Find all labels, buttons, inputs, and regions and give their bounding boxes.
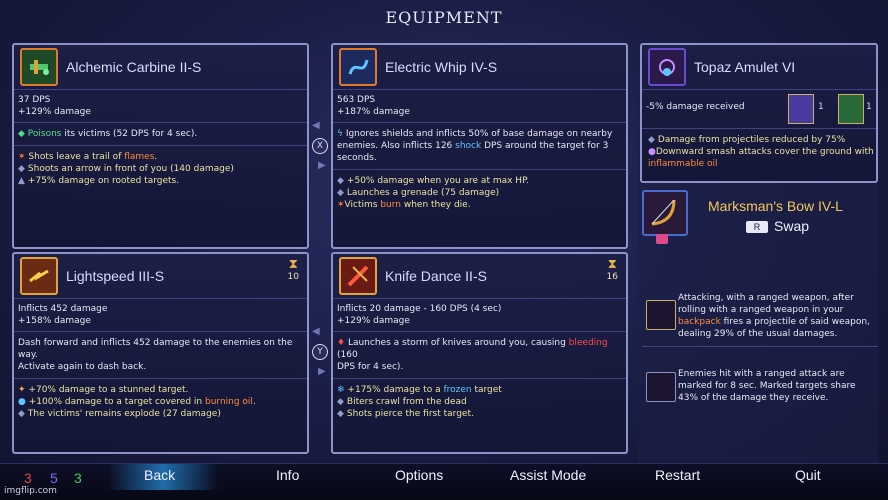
hourglass-icon: ⧗ [607, 257, 617, 272]
marksmans-bow-icon [642, 190, 688, 236]
frost-icon: ❄ [337, 385, 345, 395]
mod-line: inflammable oil [648, 159, 718, 169]
weapon-description: ◆ Poisons its victims (52 DPS for 4 sec)… [14, 123, 307, 146]
mod-line: ◆ Shoots an arrow in front of you (140 da… [18, 164, 234, 174]
tactics-scroll-count: 1 [818, 102, 824, 112]
tactics-scroll-icon [788, 94, 814, 124]
mark-mutation-icon [646, 372, 676, 402]
lightspeed-icon [20, 257, 58, 295]
watermark: imgflip.com [4, 486, 57, 496]
amulet-mods: ◆ Damage from projectiles reduced by 75% … [642, 129, 876, 175]
lightning-icon: ϟ [337, 129, 343, 139]
poison-icon: ◆ [18, 129, 25, 139]
amulet-stat: -5% damage received [646, 102, 745, 112]
weapon-card-alchemic-carbine[interactable]: Alchemic Carbine II-S 37 DPS +129% damag… [12, 43, 309, 249]
page-title: EQUIPMENT [385, 8, 503, 27]
skill-card-lightspeed[interactable]: Lightspeed III-S ⧗ 10 Inflicts 452 damage… [12, 252, 309, 454]
nav-info-button[interactable]: Info [276, 467, 299, 483]
nav-quit-button[interactable]: Quit [795, 467, 821, 483]
weapon-damage-bonus: +129% damage [18, 107, 91, 117]
swap-item-name: Marksman's Bow IV-L [708, 198, 843, 214]
swap-mutation-1: Attacking, with a ranged weapon, after r… [642, 292, 878, 347]
electric-whip-icon [339, 48, 377, 86]
amulet-card[interactable]: Topaz Amulet VI -5% damage received 1 1 … [640, 43, 878, 183]
swap-arrow-left-icon: ◀ [312, 326, 320, 337]
weapon-name: Electric Whip IV-S [385, 59, 498, 75]
skill-damage: Inflicts 452 damage [18, 304, 108, 314]
weapon-dps: 37 DPS [18, 95, 51, 105]
weapon-damage-bonus: +187% damage [337, 107, 410, 117]
bleed-icon: ♦ [337, 338, 346, 348]
swap-arrow-left-icon: ◀ [312, 120, 320, 131]
smash-icon: ● [648, 147, 656, 157]
mod-line: ❄ +175% damage to a frozen target [337, 385, 502, 395]
cooldown-timer: ⧗ 10 [287, 257, 299, 283]
swap-action[interactable]: R Swap [746, 218, 809, 234]
skill-card-knife-dance[interactable]: Knife Dance II-S ⧗ 16 Inflicts 20 damage … [331, 252, 628, 454]
mod-line: ●Downward smash attacks cover the ground… [648, 147, 874, 157]
alchemic-carbine-icon [20, 48, 58, 86]
mod-line: ◆ Biters crawl from the dead [337, 397, 467, 407]
weapon-dps: 563 DPS [337, 95, 376, 105]
brutality-stat: 3 [24, 470, 32, 486]
oil-icon: ● [18, 397, 26, 407]
nav-options-button[interactable]: Options [395, 467, 443, 483]
backpack-mutation-icon [646, 300, 676, 330]
weapon-mods: ◆ +50% damage when you are at max HP. ◆ La… [333, 170, 626, 216]
mod-line: ✶Victims burn when they die. [337, 200, 471, 210]
mod-line: ● +100% damage to a target covered in bu… [18, 397, 256, 407]
nav-assist-mode-button[interactable]: Assist Mode [510, 467, 586, 483]
swap-arrow-right-icon: ▶ [318, 160, 326, 171]
bullet-icon: ◆ [337, 409, 344, 419]
skill-description: Dash forward and inflicts 452 damage to … [14, 332, 307, 379]
stun-icon: ✦ [18, 385, 26, 395]
mod-line: ◆ Shots pierce the first target. [337, 409, 474, 419]
fire-icon: ✶ [18, 152, 26, 162]
mod-line: ◆ +50% damage when you are at max HP. [337, 176, 529, 186]
amulet-name: Topaz Amulet VI [694, 59, 796, 75]
skill-damage: Inflicts 20 damage - 160 DPS (4 sec) [337, 304, 502, 314]
bullet-icon: ◆ [18, 409, 25, 419]
swap-arrow-right-icon: ▶ [318, 366, 326, 377]
mod-line: ✶ Shots leave a trail of flames. [18, 152, 158, 162]
root-icon: ▲ [18, 176, 25, 186]
swap-mutation-2: Enemies hit with a ranged attack are mar… [642, 366, 878, 416]
skill-mods: ✦ +70% damage to a stunned target. ● +10… [14, 379, 307, 425]
hourglass-icon: ⧗ [288, 257, 298, 272]
skill-damage-bonus: +158% damage [18, 316, 91, 326]
weapon-name: Alchemic Carbine II-S [66, 59, 202, 75]
swap-item[interactable]: Marksman's Bow IV-L R Swap [640, 188, 878, 246]
bullet-icon: ◆ [337, 397, 344, 407]
y-button-icon[interactable]: Y [312, 344, 328, 360]
mod-line: ▲ +75% damage on rooted targets. [18, 176, 180, 186]
weapon-mods: ✶ Shots leave a trail of flames. ◆ Shoots… [14, 146, 307, 192]
survival-scroll-count: 1 [866, 102, 872, 112]
skill-damage-bonus: +129% damage [337, 316, 410, 326]
tactics-stat: 5 [50, 470, 58, 486]
r-button-icon: R [746, 221, 768, 234]
skill-description: ♦ Launches a storm of knives around you,… [333, 332, 626, 379]
skill-name: Lightspeed III-S [66, 268, 165, 284]
bullet-icon: ◆ [18, 164, 25, 174]
mod-line: ✦ +70% damage to a stunned target. [18, 385, 189, 395]
nav-back-button[interactable]: Back [144, 467, 175, 483]
knife-dance-icon [339, 257, 377, 295]
weapon-description: ϟ Ignores shields and inflicts 50% of ba… [333, 123, 626, 170]
bullet-icon: ◆ [337, 176, 344, 186]
skill-name: Knife Dance II-S [385, 268, 487, 284]
bullet-icon: ◆ [337, 188, 344, 198]
mod-line: ◆ The victims' remains explode (27 damage… [18, 409, 221, 419]
survival-scroll-icon [838, 94, 864, 124]
pink-gem-icon [656, 234, 668, 244]
x-button-icon[interactable]: X [312, 138, 328, 154]
fire-icon: ✶ [337, 200, 345, 210]
survival-stat: 3 [74, 470, 82, 486]
cooldown-timer: ⧗ 16 [606, 257, 618, 283]
topaz-amulet-icon [648, 48, 686, 86]
skill-mods: ❄ +175% damage to a frozen target ◆ Biter… [333, 379, 626, 425]
weapon-card-electric-whip[interactable]: Electric Whip IV-S 563 DPS +187% damage … [331, 43, 628, 249]
nav-restart-button[interactable]: Restart [655, 467, 700, 483]
mod-line: ◆ Launches a grenade (75 damage) [337, 188, 500, 198]
mod-line: ◆ Damage from projectiles reduced by 75% [648, 135, 846, 145]
